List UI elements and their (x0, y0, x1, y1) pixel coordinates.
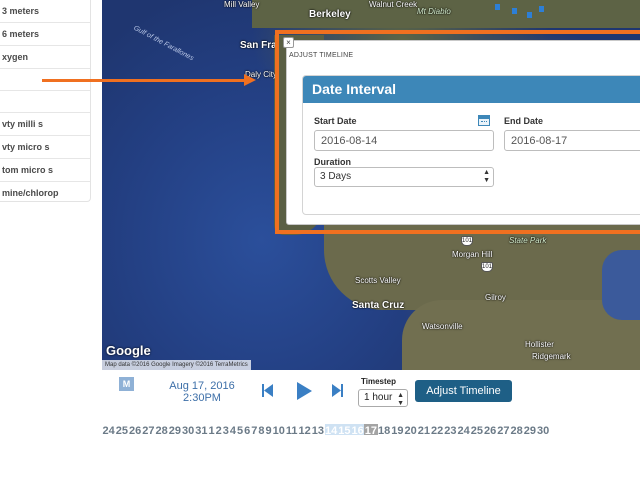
layer-item[interactable]: vty micro s (0, 136, 90, 159)
timeline-tick[interactable]: 3 (222, 424, 229, 435)
calendar-icon[interactable] (478, 115, 490, 126)
timeline-tick[interactable]: 17 (364, 424, 378, 435)
timeline-tick[interactable]: 23 (444, 424, 457, 435)
timeline-tick[interactable]: 18 (378, 424, 391, 435)
timeline-tick[interactable]: 15 (337, 424, 352, 435)
timeline-tick[interactable]: 29 (168, 424, 181, 435)
map-marker[interactable] (495, 4, 500, 10)
timeline-tick[interactable]: 26 (484, 424, 497, 435)
timestep-label: Timestep (361, 377, 396, 386)
map-label: Mill Valley (224, 0, 260, 9)
timeline-tick[interactable]: 6 (244, 424, 251, 435)
play-icon[interactable] (297, 382, 312, 405)
map-label: Berkeley (309, 9, 351, 20)
timeline-tick[interactable]: 29 (523, 424, 536, 435)
start-date-input[interactable] (314, 130, 494, 151)
timeline-tick[interactable]: 19 (391, 424, 404, 435)
timeline-tick[interactable]: 7 (251, 424, 258, 435)
timeline-tick[interactable]: 2 (215, 424, 222, 435)
close-icon[interactable]: × (283, 37, 294, 48)
timeline-tick[interactable]: 11 (285, 424, 298, 435)
end-date-label: End Date (504, 116, 544, 126)
map-label: Walnut Creek (369, 0, 418, 9)
map-label: Mt Diablo (417, 7, 451, 16)
map-label: San Fra (240, 40, 277, 51)
timeline-tick[interactable]: 1 (208, 424, 215, 435)
annotation-arrow-head (244, 74, 256, 86)
skip-forward-icon[interactable] (332, 384, 343, 402)
timeline-tick[interactable]: 21 (417, 424, 430, 435)
layer-item[interactable]: tom micro s (0, 159, 90, 182)
layer-item[interactable]: 3 meters (0, 0, 90, 23)
layer-item[interactable]: 6 meters (0, 23, 90, 46)
map-marker[interactable] (527, 12, 532, 18)
current-date: Aug 17, 2016 (169, 380, 235, 392)
map-label: Gulf of the Farallones (132, 24, 195, 63)
layer-item[interactable]: xygen (0, 46, 90, 69)
dialog-title: ADJUST TIMELINE (289, 52, 354, 59)
m-badge[interactable]: M (119, 377, 134, 391)
annotation-arrow-line (42, 79, 246, 82)
timeline-tick[interactable]: 20 (404, 424, 417, 435)
map-label: Scotts Valley (355, 276, 401, 285)
timeline-tick[interactable]: 13 (311, 424, 324, 435)
adjust-timeline-button[interactable]: Adjust Timeline (415, 380, 512, 402)
timeline-tick[interactable]: 27 (142, 424, 155, 435)
water-area (602, 250, 640, 320)
timeline-tick[interactable]: 31 (195, 424, 208, 435)
timeline-tick[interactable]: 28 (155, 424, 168, 435)
layer-item[interactable] (0, 91, 90, 113)
map-label: Gilroy (485, 293, 506, 302)
layer-item[interactable]: vty milli s (0, 113, 90, 136)
map-label: Ridgemark (532, 352, 571, 361)
timeline-tick[interactable]: 28 (510, 424, 523, 435)
start-date-label: Start Date (314, 116, 357, 126)
current-time: 2:30PM (183, 392, 221, 404)
end-date-input[interactable] (504, 130, 640, 151)
timeline-tick[interactable]: 27 (497, 424, 510, 435)
timeline-tick[interactable]: 5 (237, 424, 244, 435)
timeline-tick[interactable]: 4 (229, 424, 236, 435)
map-label: Hollister (525, 340, 554, 349)
map-label: Morgan Hill (452, 250, 493, 259)
layer-item[interactable]: mine/chlorop (0, 182, 90, 201)
duration-select[interactable]: 3 Days ▲ ▼ (314, 167, 494, 187)
timeline-ticks: 2425262728293031123456789101112131415161… (102, 421, 640, 435)
timeline-tick[interactable]: 22 (431, 424, 444, 435)
map-marker[interactable] (539, 6, 544, 12)
highway-shield: 101 (461, 236, 473, 246)
map-attribution: Map data ©2016 Google Imagery ©2016 Terr… (102, 360, 251, 370)
layer-list: 3 meters 6 meters xygen vty milli s vty … (0, 0, 91, 202)
timestep-value: 1 hour (364, 392, 393, 403)
timestep-select[interactable]: 1 hour ▲ ▼ (358, 389, 408, 407)
timeline-tick[interactable]: 10 (272, 424, 285, 435)
timeline-tick[interactable]: 25 (115, 424, 128, 435)
timeline-tick[interactable]: 24 (102, 424, 115, 435)
timeline-tick[interactable]: 14 (324, 424, 338, 435)
google-logo: Google (106, 343, 151, 358)
duration-label: Duration (314, 157, 351, 167)
timeline-tick[interactable]: 16 (351, 424, 365, 435)
duration-value: 3 Days (320, 171, 352, 182)
app-root: 3 meters 6 meters xygen vty milli s vty … (0, 0, 640, 480)
timeline-tick[interactable]: 30 (182, 424, 195, 435)
panel-title: Date Interval (303, 76, 640, 103)
skip-back-icon[interactable] (262, 384, 273, 402)
timeline-tick[interactable]: 12 (298, 424, 311, 435)
select-arrow-icon: ▲ ▼ (397, 392, 404, 407)
timeline-tick[interactable]: 8 (258, 424, 265, 435)
map-label: Watsonville (422, 322, 463, 331)
adjust-timeline-dialog: × ADJUST TIMELINE Date Interval Start Da… (283, 37, 640, 225)
select-arrow-icon: ▲ ▼ (483, 169, 490, 184)
timeline-tick[interactable]: 25 (470, 424, 483, 435)
highway-shield: 101 (481, 262, 493, 272)
timeline-tick[interactable]: 26 (129, 424, 142, 435)
map-label: Santa Cruz (352, 300, 405, 311)
timeline-tick[interactable]: 24 (457, 424, 470, 435)
date-interval-panel: Date Interval Start Date End Date Durati… (302, 75, 640, 215)
map-marker[interactable] (512, 8, 517, 14)
map-label: State Park (509, 236, 547, 245)
timeline-tick[interactable]: 9 (265, 424, 272, 435)
timeline-tick[interactable]: 30 (537, 424, 550, 435)
